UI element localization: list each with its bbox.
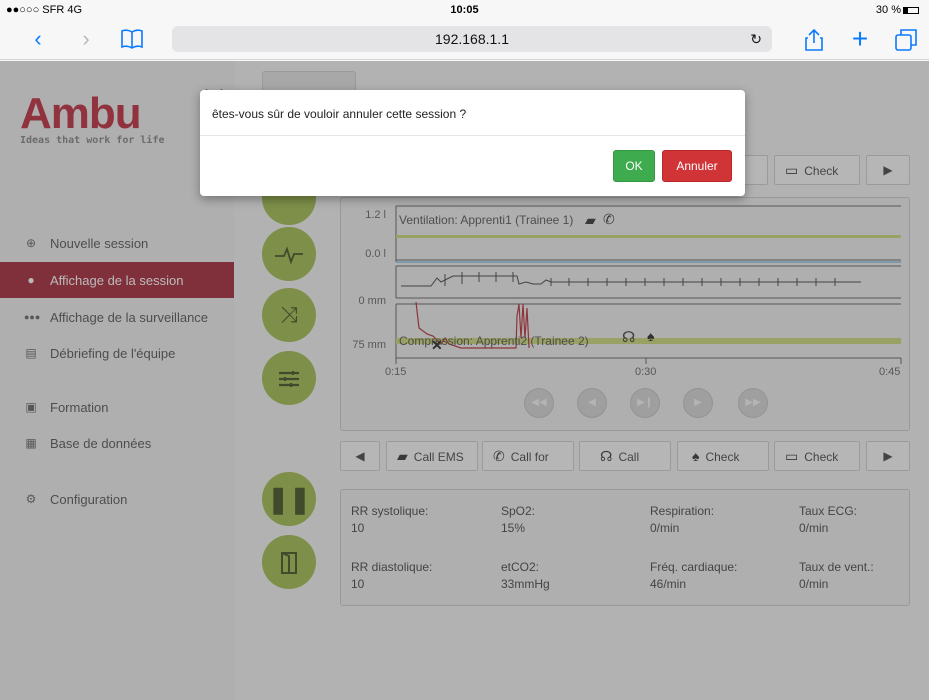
- clock: 10:05: [450, 4, 479, 16]
- cancel-button[interactable]: Annuler: [662, 150, 732, 182]
- reload-icon[interactable]: ↻: [750, 26, 762, 52]
- dialog-divider: [200, 135, 745, 136]
- bookmarks-icon[interactable]: [120, 28, 144, 52]
- battery-icon: [903, 6, 919, 14]
- tabs-icon[interactable]: [894, 28, 918, 52]
- url-text: 192.168.1.1: [435, 31, 509, 47]
- address-bar[interactable]: 192.168.1.1 ↻: [172, 26, 772, 52]
- status-bar: ●●○○○ SFR 4G 10:05 30 %: [0, 0, 929, 20]
- battery-text: 30 %: [875, 4, 901, 16]
- new-tab-icon[interactable]: +: [848, 25, 872, 53]
- ok-button[interactable]: OK: [613, 150, 655, 182]
- forward-icon[interactable]: ›: [74, 28, 98, 52]
- battery-indicator: 30 %: [876, 4, 919, 16]
- back-icon[interactable]: ‹: [26, 28, 50, 52]
- confirm-dialog: êtes-vous sûr de vouloir annuler cette s…: [200, 90, 745, 196]
- browser-toolbar: ‹ › 192.168.1.1 ↻ +: [0, 20, 929, 60]
- dialog-message: êtes-vous sûr de vouloir annuler cette s…: [212, 107, 467, 121]
- share-icon[interactable]: [802, 28, 826, 52]
